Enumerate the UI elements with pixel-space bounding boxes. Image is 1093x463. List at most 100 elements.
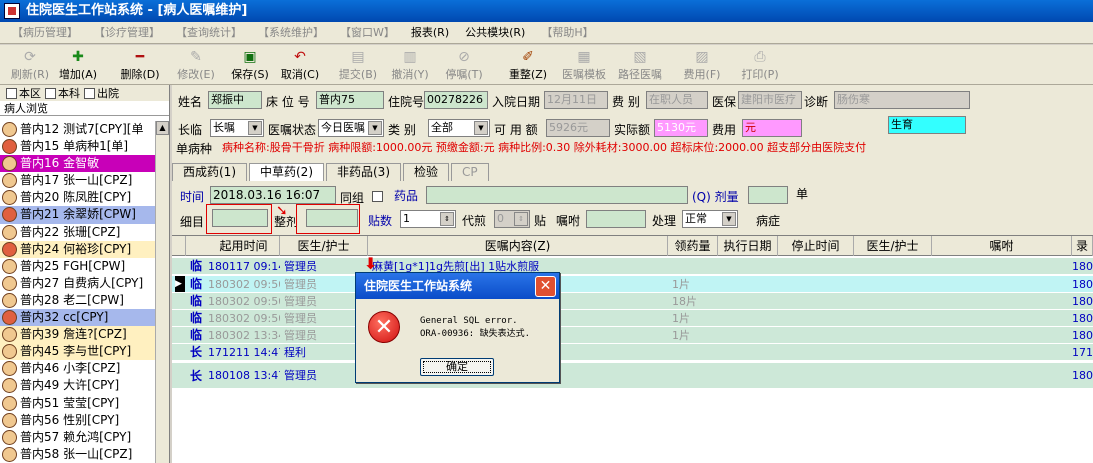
dropdown-arrow-icon[interactable]: ▼: [474, 121, 488, 135]
handle-select[interactable]: 正常 ▼: [682, 210, 738, 228]
menu-item-2[interactable]: 【查询统计】: [168, 23, 250, 43]
grid-header-2[interactable]: 医嘱内容(Z): [368, 236, 668, 256]
patient-avatar-icon: [2, 292, 17, 308]
menu-item-1[interactable]: 【诊疗管理】: [86, 23, 168, 43]
patient-list-item[interactable]: 普内56 性别[CPY]: [0, 412, 155, 429]
patient-list-item[interactable]: 普内27 自费病人[CPY]: [0, 275, 155, 292]
menu-item-0[interactable]: 【病历管理】: [4, 23, 86, 43]
tab-4[interactable]: CP: [451, 163, 489, 181]
menu-item-3[interactable]: 【系统维护】: [250, 23, 332, 43]
patient-list-item[interactable]: 普内22 张珊[CPZ]: [0, 224, 155, 241]
grid-header-7[interactable]: 嘱咐: [932, 236, 1072, 256]
order-status-select[interactable]: 今日医嘱 ▼: [318, 119, 384, 137]
tab-1[interactable]: 中草药(2): [249, 163, 324, 181]
name-field[interactable]: 郑振中: [208, 91, 262, 109]
grid-header-6[interactable]: 医生/护士: [854, 236, 932, 256]
toolbar-button-7[interactable]: ▥ 撤消(Y): [382, 47, 438, 83]
patient-list-item[interactable]: 普内45 李与世[CPY]: [0, 343, 155, 361]
tab-0[interactable]: 西成药(1): [172, 163, 247, 181]
toolbar-button-9[interactable]: ✐ 重整(Z): [500, 47, 556, 83]
patient-label: 普内22 张珊[CPZ]: [20, 224, 121, 239]
decoct-spinner[interactable]: 0 ⇕: [494, 210, 530, 228]
note-field[interactable]: [586, 210, 646, 228]
dropdown-arrow-icon[interactable]: ▼: [722, 212, 736, 226]
toolbar-button-5[interactable]: ↶ 取消(C): [272, 47, 328, 83]
menu-item-4[interactable]: 【窗口W】: [332, 23, 403, 43]
doses-spinner[interactable]: 1 ⇕: [400, 210, 456, 228]
patient-list-item[interactable]: 普内12 测试7[CPY][单: [0, 121, 155, 138]
menu-item-5[interactable]: 报表(R): [403, 23, 457, 43]
patient-list-item[interactable]: 普内17 张一山[CPZ]: [0, 172, 155, 189]
table-row[interactable]: 临180302 09:50管理员服18天18片18030: [172, 293, 1093, 310]
toolbar-button-6[interactable]: ▤ 提交(B): [330, 47, 386, 83]
grid-header-8[interactable]: 录: [1072, 236, 1093, 256]
diagnosis-field[interactable]: 肠伤寒: [834, 91, 970, 109]
patient-list-item[interactable]: 普内58 张一山[CPZ]: [0, 446, 155, 463]
patient-list-item[interactable]: 普内28 老二[CPW]: [0, 292, 155, 309]
grid-header-0[interactable]: 起用时间: [208, 236, 280, 256]
toolbar-button-10[interactable]: ▦ 医嘱模板: [556, 47, 612, 83]
patient-list-item[interactable]: 普内20 陈凤胜[CPY]: [0, 189, 155, 206]
scroll-up-icon[interactable]: ▲: [156, 121, 169, 135]
term-select[interactable]: 长嘱 ▼: [210, 119, 264, 137]
spinner-icon[interactable]: ⇕: [440, 212, 454, 226]
table-row[interactable]: ▶临180302 09:50管理员服1片18030: [172, 276, 1093, 293]
patient-list-item[interactable]: 普内15 单病种1[单]: [0, 138, 155, 155]
patient-list-item[interactable]: 普内25 FGH[CPW]: [0, 258, 155, 275]
toolbar-button-3[interactable]: ✎ 修改(E): [168, 47, 224, 83]
toolbar-button-1[interactable]: ✚ 增加(A): [50, 47, 106, 83]
table-row[interactable]: 临180302 13:34管理员服1片18030: [172, 327, 1093, 344]
filter-checkbox-1[interactable]: [45, 87, 56, 99]
table-row[interactable]: 长180108 13:47管理员]100mg qd18010: [172, 363, 1093, 389]
term-label: 长临: [178, 123, 203, 137]
toolbar-button-4[interactable]: ▣ 保存(S): [222, 47, 278, 83]
bed-field[interactable]: 普内75: [316, 91, 384, 109]
admit-no-field[interactable]: 00278226: [424, 91, 488, 109]
fee-type-field[interactable]: 在职人员: [646, 91, 708, 109]
filter-checkbox-2[interactable]: [84, 87, 95, 99]
close-icon[interactable]: ✕: [535, 276, 556, 297]
dropdown-arrow-icon[interactable]: ▼: [248, 121, 262, 135]
spinner-icon[interactable]: ⇕: [514, 212, 528, 226]
dropdown-arrow-icon[interactable]: ▼: [368, 121, 382, 135]
patient-list-item[interactable]: 普内24 何裕珍[CPY]: [0, 240, 155, 258]
actual-field[interactable]: 5130元: [654, 119, 708, 137]
available-field[interactable]: 5926元: [546, 119, 610, 137]
patient-list-item[interactable]: 普内39 詹连?[CPZ]: [0, 326, 155, 344]
toolbar-button-11[interactable]: ▧ 路径医嘱: [612, 47, 668, 83]
toolbar-button-12[interactable]: ▨ 费用(F): [674, 47, 730, 83]
patient-list-item[interactable]: 普内21 余翠娇[CPW]: [0, 206, 155, 224]
menu-item-7[interactable]: 【帮助H】: [533, 23, 601, 43]
patient-list-item[interactable]: 普内57 赖允鸿[CPY]: [0, 429, 155, 446]
toolbar-button-8[interactable]: ⊘ 停嘱(T): [436, 47, 492, 83]
toolbar-button-13[interactable]: ⎙ 打印(P): [732, 47, 788, 83]
patient-list-scrollbar[interactable]: ▲: [155, 121, 169, 463]
patient-list-item[interactable]: 普内49 大许[CPY]: [0, 377, 155, 394]
admit-date-field[interactable]: 12月11日: [544, 91, 608, 109]
patient-list-item[interactable]: 普内32 cc[CPY]: [0, 309, 155, 327]
table-row[interactable]: 临 180117 09:14 管理员 麻黄[1g*1]1g先煎[出] 1贴水煎服 180…: [172, 258, 1093, 275]
time-field[interactable]: 2018.03.16 16:07: [210, 186, 336, 204]
patient-list-item[interactable]: 普内51 莹莹[CPY]: [0, 395, 155, 412]
patient-list-item[interactable]: 普内16 金智敏: [0, 155, 155, 173]
drug-field[interactable]: [426, 186, 688, 204]
cost-field[interactable]: 元: [742, 119, 802, 137]
tab-3[interactable]: 检验: [403, 163, 450, 181]
category-select[interactable]: 全部 ▼: [428, 119, 490, 137]
table-row[interactable]: 临180302 09:50管理员服1片18030: [172, 310, 1093, 327]
menu-item-6[interactable]: 公共模块(R): [457, 23, 533, 43]
grid-header-5[interactable]: 停止时间: [778, 236, 854, 256]
grid-header-3[interactable]: 领药量: [668, 236, 718, 256]
patient-list-item[interactable]: 普内46 小李[CPZ]: [0, 360, 155, 377]
filter-checkbox-0[interactable]: [6, 87, 17, 99]
table-row[interactable]: 长171211 14:47程利17121: [172, 344, 1093, 361]
grid-header-1[interactable]: 医生/护士: [280, 236, 368, 256]
ok-button[interactable]: 确定: [420, 358, 494, 376]
same-group-checkbox[interactable]: [372, 191, 383, 202]
dose-field[interactable]: [748, 186, 788, 204]
grid-header-4[interactable]: 执行日期: [718, 236, 778, 256]
dialog-message-line1: General SQL error.: [420, 316, 518, 326]
insurance-field[interactable]: 建阳市医疗: [738, 91, 802, 109]
tab-2[interactable]: 非药品(3): [326, 163, 401, 181]
toolbar-button-2[interactable]: ━ 删除(D): [112, 47, 168, 83]
